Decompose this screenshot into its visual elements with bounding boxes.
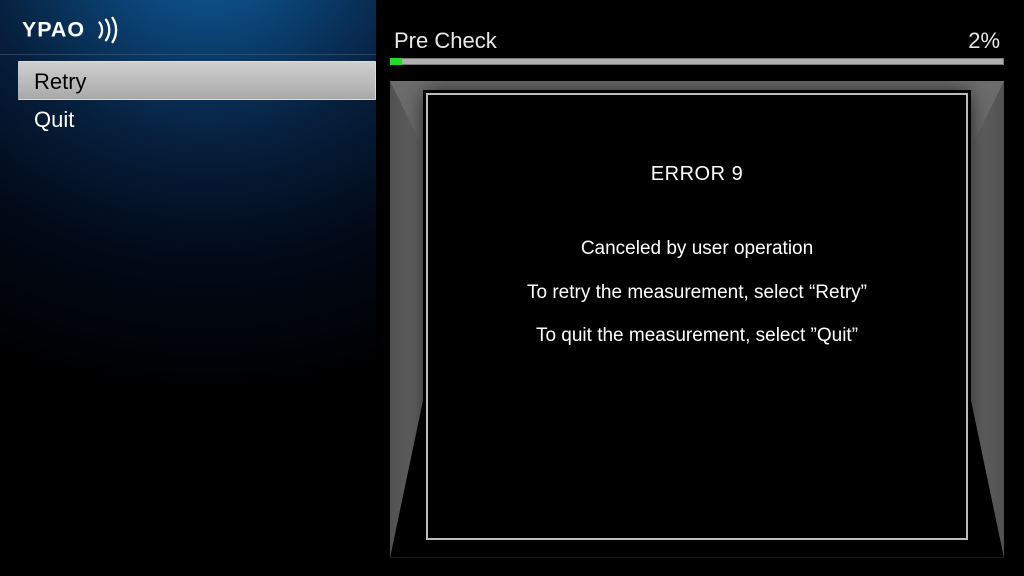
error-line-2: To retry the measurement, select “Retry” xyxy=(428,280,966,306)
sidebar: YPAO Retry Quit xyxy=(0,0,378,576)
wall-right xyxy=(969,81,1004,558)
error-line-3: To quit the measurement, select ”Quit” xyxy=(428,323,966,349)
error-line-1: Canceled by user operation xyxy=(428,236,966,262)
main-panel: Pre Check 2% ERROR 9 Canceled by user op… xyxy=(378,0,1024,576)
room-visualization: ERROR 9 Canceled by user operation To re… xyxy=(390,81,1004,558)
error-dialog: ERROR 9 Canceled by user operation To re… xyxy=(426,93,968,540)
menu-item-quit[interactable]: Quit xyxy=(0,100,376,139)
menu-item-retry[interactable]: Retry xyxy=(18,61,376,100)
error-title: ERROR 9 xyxy=(428,161,966,188)
progress-labels: Pre Check 2% xyxy=(390,28,1004,54)
menu: Retry Quit xyxy=(0,61,376,139)
progress-bar xyxy=(390,58,1004,65)
wall-left xyxy=(390,81,425,558)
svg-text:YPAO: YPAO xyxy=(22,18,85,42)
progress-stage-label: Pre Check xyxy=(394,28,497,54)
divider xyxy=(0,54,376,55)
progress-fill xyxy=(390,58,402,65)
progress-percent-label: 2% xyxy=(968,28,1000,54)
progress-header: Pre Check 2% xyxy=(390,0,1004,65)
logo: YPAO xyxy=(0,0,376,54)
ypao-logo-icon: YPAO xyxy=(22,16,134,44)
